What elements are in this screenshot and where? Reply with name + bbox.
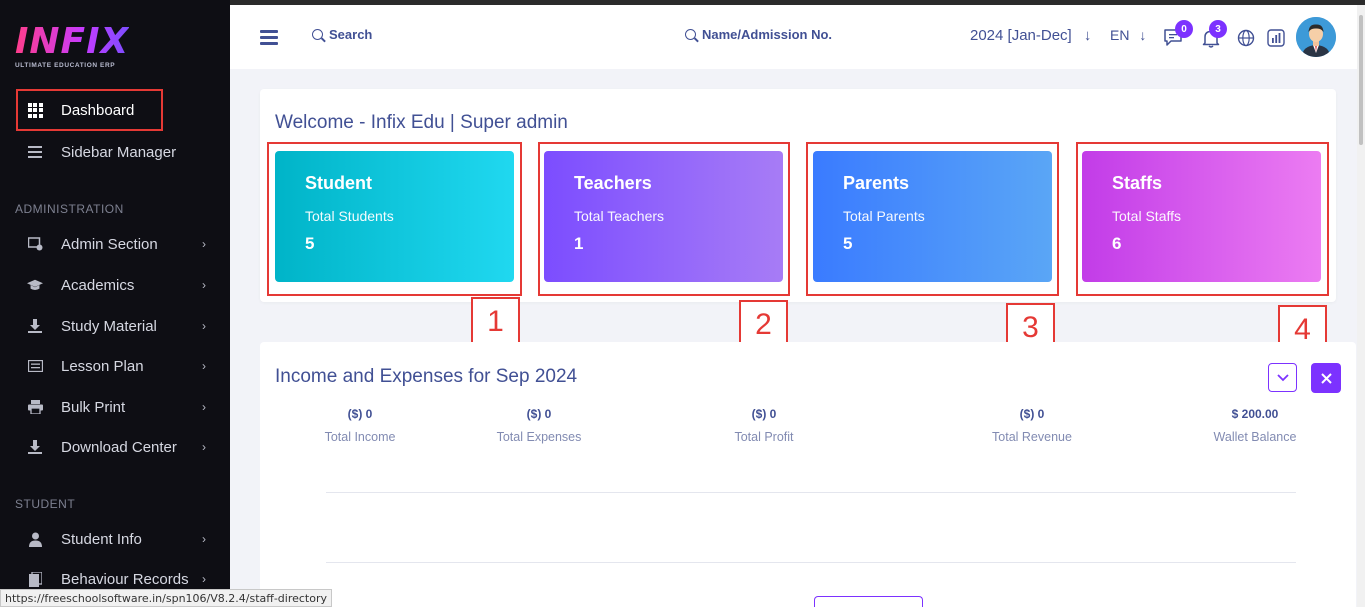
- sidebar-item-admin-section[interactable]: Admin Section ›: [0, 226, 230, 262]
- sidebar-item-download-center[interactable]: Download Center ›: [0, 429, 230, 465]
- finance-label: Wallet Balance: [1213, 430, 1297, 444]
- admin-icon: [27, 236, 43, 252]
- app-logo[interactable]: INFIX ULTIMATE EDUCATION ERP: [15, 21, 130, 70]
- collapse-button[interactable]: [1268, 363, 1297, 392]
- finance-label: Total Expenses: [496, 430, 582, 444]
- sidebar-item-academics[interactable]: Academics ›: [0, 267, 230, 303]
- student-search-label: Name/Admission No.: [702, 27, 833, 42]
- sidebar-item-label: Lesson Plan: [61, 357, 144, 375]
- language-label: EN: [1110, 27, 1130, 43]
- sidebar-item-label: Behaviour Records: [61, 570, 189, 588]
- highlight-box-staffs: [1076, 142, 1329, 296]
- finance-label: Total Revenue: [992, 430, 1072, 444]
- sidebar-item-bulk-print[interactable]: Bulk Print ›: [0, 389, 230, 425]
- session-label: 2024 [Jan-Dec]: [970, 27, 1072, 44]
- globe-icon[interactable]: [1236, 28, 1256, 48]
- sidebar-item-label: Download Center: [61, 438, 177, 456]
- finance-value: $ 200.00: [1231, 407, 1279, 421]
- finance-value: ($) 0: [751, 407, 777, 421]
- messages-badge: 0: [1175, 20, 1193, 38]
- chevron-right-icon: ›: [202, 278, 206, 292]
- arrow-down-icon: ↓: [1139, 27, 1147, 43]
- chart-divider: [326, 492, 1296, 493]
- list-icon: [27, 358, 43, 374]
- logo-text: INFIX: [15, 21, 130, 62]
- search-icon: [312, 29, 323, 40]
- status-url: https://freeschoolsoftware.in/spn106/V8.…: [0, 589, 333, 607]
- printer-icon: [27, 399, 43, 415]
- chevron-right-icon: ›: [202, 359, 206, 373]
- menu-toggle-icon[interactable]: [260, 30, 278, 48]
- highlight-box-teachers: [538, 142, 790, 296]
- top-header: Search Name/Admission No. 2024 [Jan-Dec]…: [230, 5, 1365, 69]
- close-icon: [1320, 372, 1332, 384]
- menu-search[interactable]: Search: [312, 27, 372, 42]
- finance-stat-revenue: ($) 0 Total Revenue: [976, 407, 1088, 444]
- sidebar-item-study-material[interactable]: Study Material ›: [0, 308, 230, 344]
- graduation-cap-icon: [27, 277, 43, 293]
- sidebar-item-sidebar-manager[interactable]: Sidebar Manager: [0, 134, 230, 170]
- highlight-box-parents: [806, 142, 1059, 296]
- page-scrollbar-thumb[interactable]: [1359, 15, 1363, 145]
- finance-stat-expenses: ($) 0 Total Expenses: [484, 407, 594, 444]
- session-selector[interactable]: 2024 [Jan-Dec] ↓: [970, 27, 1091, 44]
- sidebar-item-lesson-plan[interactable]: Lesson Plan ›: [0, 348, 230, 384]
- finance-stat-income: ($) 0 Total Income: [310, 407, 410, 444]
- sidebar-item-label: Student Info: [61, 530, 142, 548]
- close-button[interactable]: [1311, 363, 1341, 393]
- chevron-right-icon: ›: [202, 572, 206, 586]
- clipboard-icon: [27, 571, 43, 587]
- finance-value: ($) 0: [526, 407, 552, 421]
- marker-label: 1: [471, 297, 520, 347]
- welcome-title: Welcome - Infix Edu | Super admin: [275, 112, 568, 133]
- arrow-down-icon: ↓: [1083, 27, 1092, 44]
- finance-label: Total Income: [324, 430, 396, 444]
- chart-bars-icon[interactable]: [1266, 28, 1286, 48]
- chevron-down-icon: [1276, 373, 1289, 381]
- finance-stat-wallet: $ 200.00 Wallet Balance: [1200, 407, 1310, 444]
- sidebar-section-title: ADMINISTRATION: [15, 202, 124, 216]
- logo-subtitle: ULTIMATE EDUCATION ERP: [15, 62, 116, 69]
- chevron-right-icon: ›: [202, 400, 206, 414]
- student-search[interactable]: Name/Admission No.: [685, 27, 832, 42]
- bars-icon: [27, 144, 43, 160]
- sidebar-item-student-info[interactable]: Student Info ›: [0, 521, 230, 557]
- search-label: Search: [329, 27, 373, 42]
- finance-label: Total Profit: [734, 430, 794, 444]
- chart-divider: [326, 562, 1296, 563]
- partial-button[interactable]: [814, 596, 923, 607]
- language-selector[interactable]: EN ↓: [1110, 27, 1146, 43]
- user-icon: [27, 531, 43, 547]
- dashboard-highlight-box: [16, 89, 163, 131]
- finance-value: ($) 0: [1019, 407, 1045, 421]
- finance-stat-profit: ($) 0 Total Profit: [714, 407, 814, 444]
- sidebar-item-label: Admin Section: [61, 235, 158, 253]
- search-icon: [685, 29, 696, 40]
- sidebar-section-title: STUDENT: [15, 497, 76, 511]
- chevron-right-icon: ›: [202, 319, 206, 333]
- notifications-badge: 3: [1209, 20, 1227, 38]
- chevron-right-icon: ›: [202, 532, 206, 546]
- download-icon: [27, 439, 43, 455]
- sidebar-item-label: Academics: [61, 276, 135, 294]
- finance-value: ($) 0: [347, 407, 373, 421]
- chevron-right-icon: ›: [202, 440, 206, 454]
- income-title: Income and Expenses for Sep 2024: [275, 366, 578, 387]
- sidebar-item-label: Sidebar Manager: [61, 143, 177, 161]
- sidebar-item-label: Study Material: [61, 317, 157, 335]
- user-avatar[interactable]: [1296, 17, 1336, 57]
- highlight-box-student: [267, 142, 522, 296]
- sidebar-item-label: Bulk Print: [61, 398, 126, 416]
- download-icon: [27, 318, 43, 334]
- chevron-right-icon: ›: [202, 237, 206, 251]
